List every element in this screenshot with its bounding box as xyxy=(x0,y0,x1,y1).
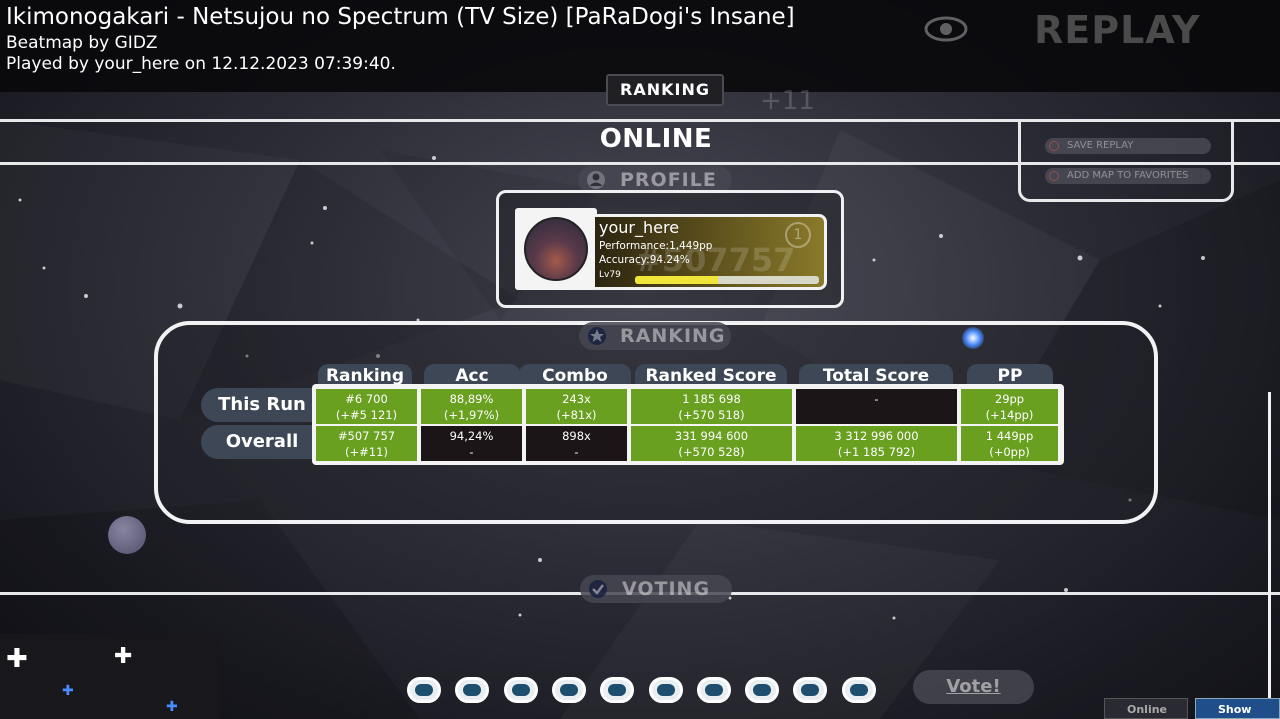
column-header-acc: Acc xyxy=(424,364,520,386)
rating-slot-10[interactable] xyxy=(841,677,876,703)
online-users-button[interactable]: Online Users xyxy=(1104,698,1188,719)
played-by-info: Played by your_here on 12.12.2023 07:39:… xyxy=(6,54,396,74)
cursor-icon xyxy=(962,327,984,349)
cell-value: 88,89% xyxy=(449,392,494,406)
rating-slot-8[interactable] xyxy=(745,677,780,703)
table-cell: 29pp (+14pp) xyxy=(961,389,1058,424)
plus-icon: ✚ xyxy=(166,699,178,715)
cell-delta: - xyxy=(469,445,474,459)
table-cell: 1 449pp (+0pp) xyxy=(961,426,1058,461)
cell-delta: (+#11) xyxy=(345,445,388,459)
cell-value: 1 185 698 xyxy=(682,392,741,406)
cell-value: 29pp xyxy=(994,392,1025,406)
cell-value: 3 312 996 000 xyxy=(834,429,919,443)
cell-delta: (+570 518) xyxy=(678,408,745,422)
eye-icon xyxy=(924,16,968,42)
avatar xyxy=(524,217,588,281)
rating-slot-2[interactable] xyxy=(455,677,490,703)
voting-section-header: VOTING xyxy=(580,575,732,603)
cell-delta: - xyxy=(574,445,579,459)
plus-icon: ✚ xyxy=(114,644,133,669)
table-cell: 1 185 698 (+570 518) xyxy=(631,389,792,424)
add-favorite-button[interactable]: ADD MAP TO FAVORITES xyxy=(1045,168,1211,184)
ranking-section-header: RANKING xyxy=(579,322,731,350)
save-replay-label: SAVE REPLAY xyxy=(1067,140,1134,151)
username: your_here xyxy=(599,218,680,237)
column-header-pp: PP xyxy=(967,364,1053,386)
level-text: Lv79 xyxy=(599,270,621,280)
voting-section-label: VOTING xyxy=(622,578,711,600)
record-icon xyxy=(1049,141,1059,151)
user-info-card[interactable]: #507757 your_here Performance:1,449pp Ac… xyxy=(595,214,827,290)
table-cell: - xyxy=(796,389,957,424)
profile-section-label: PROFILE xyxy=(620,169,717,191)
save-replay-button[interactable]: SAVE REPLAY xyxy=(1045,138,1211,154)
rank-badge-icon: 1 xyxy=(785,222,811,248)
row-label-this-run: This Run xyxy=(201,388,317,422)
table-cell: 331 994 600 (+570 528) xyxy=(631,426,792,461)
cell-delta: (+14pp) xyxy=(985,408,1034,422)
replay-label: REPLAY xyxy=(1034,8,1201,52)
checkmark-icon xyxy=(589,580,607,598)
column-header-total-score: Total Score xyxy=(799,364,953,386)
cell-value: #6 700 xyxy=(345,392,388,406)
row-label-overall: Overall xyxy=(201,425,317,459)
cell-value: - xyxy=(874,392,879,406)
add-favorite-label: ADD MAP TO FAVORITES xyxy=(1067,170,1189,181)
table-cell: 898x - xyxy=(526,426,627,461)
vote-button[interactable]: Vote! xyxy=(913,670,1034,704)
rating-slot-9[interactable] xyxy=(793,677,828,703)
column-header-combo: Combo xyxy=(519,364,631,386)
mini-preview-panel: ✚ ✚ ✚ ✚ xyxy=(0,634,220,719)
star-icon xyxy=(588,327,606,345)
rating-slot-3[interactable] xyxy=(503,677,538,703)
rating-slot-6[interactable] xyxy=(648,677,683,703)
profile-card: #507757 your_here Performance:1,449pp Ac… xyxy=(496,190,844,308)
cell-delta: (+1 185 792) xyxy=(837,445,916,459)
record-icon xyxy=(1049,171,1059,181)
song-title: Ikimonogakari - Netsujou no Spectrum (TV… xyxy=(6,4,795,30)
background-moon xyxy=(108,516,146,554)
avatar-frame xyxy=(515,208,597,290)
rating-slot-7[interactable] xyxy=(696,677,731,703)
plus-icon: ✚ xyxy=(62,683,74,699)
level-progress-fill xyxy=(635,276,718,284)
rating-slot-5[interactable] xyxy=(600,677,635,703)
beatmap-author: Beatmap by GIDZ xyxy=(6,33,158,53)
user-icon xyxy=(587,171,605,189)
performance-text: Performance:1,449pp xyxy=(599,240,713,252)
cell-value: 243x xyxy=(562,392,591,406)
cell-value: 898x xyxy=(562,429,591,443)
cell-value: 94,24% xyxy=(449,429,494,443)
cell-value: #507 757 xyxy=(337,429,396,443)
cell-delta: (+570 528) xyxy=(678,445,745,459)
column-header-ranked-score: Ranked Score xyxy=(635,364,787,386)
table-cell: 88,89% (+1,97%) xyxy=(421,389,522,424)
cell-delta: (+#5 121) xyxy=(335,408,398,422)
column-header-ranking: Ranking xyxy=(318,364,412,386)
show-chat-button[interactable]: Show Chat xyxy=(1195,698,1280,719)
cell-delta: (+0pp) xyxy=(989,445,1030,459)
cell-delta: (+1,97%) xyxy=(443,408,500,422)
rating-slot-1[interactable] xyxy=(407,677,441,703)
right-rail-divider xyxy=(1268,392,1271,710)
combo-ghost-text: +11 xyxy=(760,86,815,116)
cell-value: 331 994 600 xyxy=(674,429,749,443)
table-cell: 243x (+81x) xyxy=(526,389,627,424)
rating-slot-4[interactable] xyxy=(551,677,586,703)
plus-icon: ✚ xyxy=(6,644,28,674)
cell-delta: (+81x) xyxy=(556,408,597,422)
accuracy-text: Accuracy:94.24% xyxy=(599,254,690,266)
cell-value: 1 449pp xyxy=(985,429,1034,443)
online-side-menu: SAVE REPLAY ADD MAP TO FAVORITES xyxy=(1018,120,1234,202)
table-cell: #507 757 (+#11) xyxy=(316,426,417,461)
table-cell: #6 700 (+#5 121) xyxy=(316,389,417,424)
level-progress-bar xyxy=(635,276,819,284)
ranking-section-label: RANKING xyxy=(620,325,726,347)
table-cell: 94,24% - xyxy=(421,426,522,461)
tab-ranking[interactable]: RANKING xyxy=(606,74,724,106)
table-cell: 3 312 996 000 (+1 185 792) xyxy=(796,426,957,461)
